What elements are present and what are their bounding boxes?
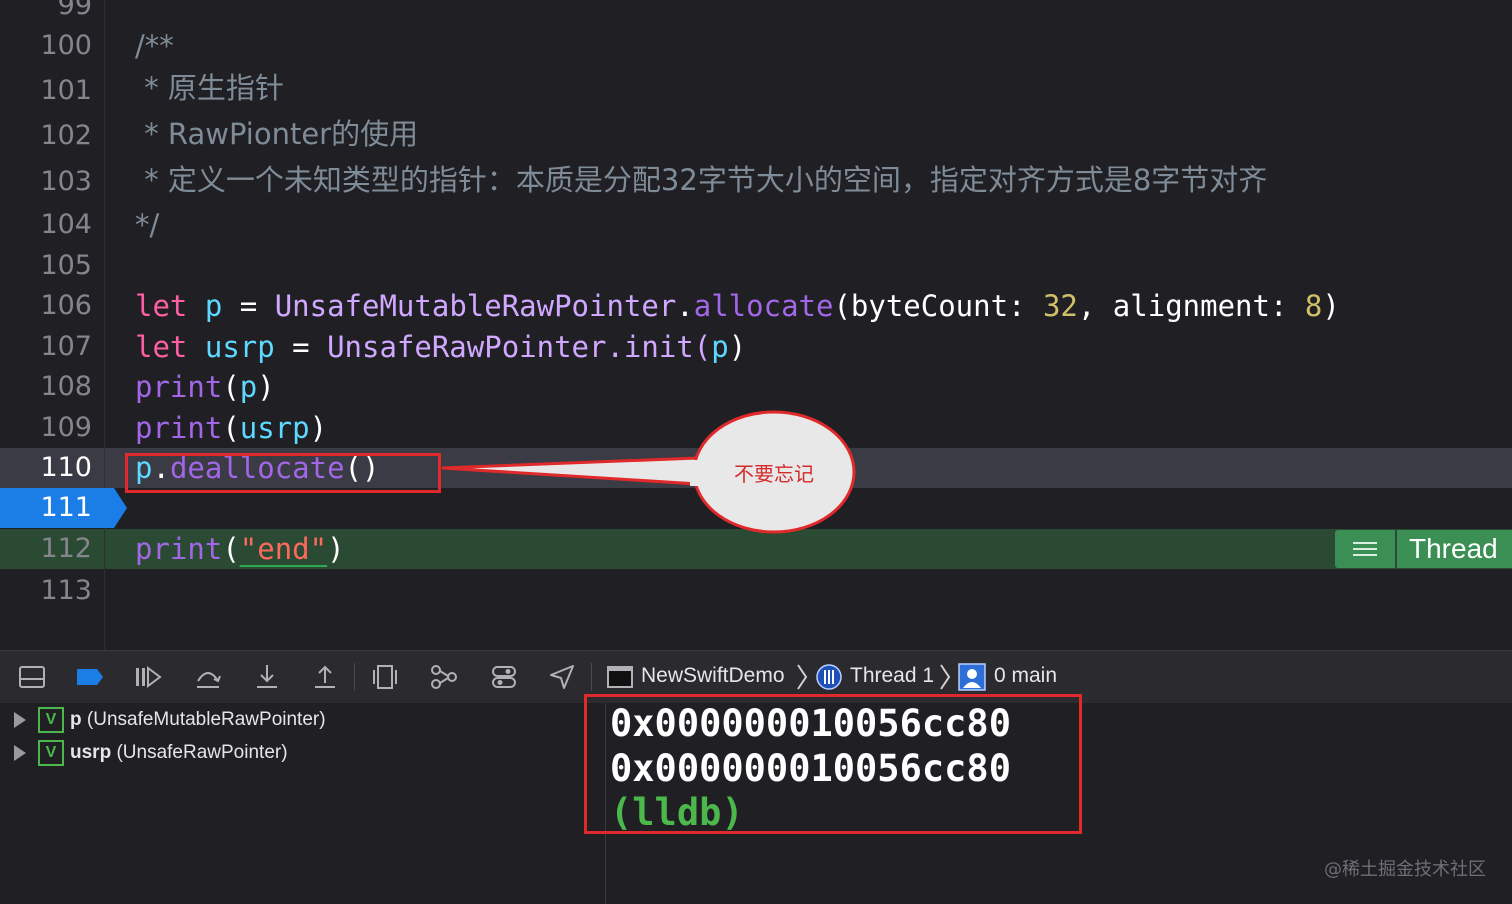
line-number: 104 [40, 209, 92, 240]
number: 32 [1042, 289, 1078, 323]
code-comment: * RawPionter的使用 [135, 117, 419, 151]
toolbar-separator [354, 663, 355, 691]
line-number: 110 [40, 452, 92, 483]
paren: ( [222, 532, 240, 566]
code-line-108: print(p) [135, 367, 275, 407]
variable-badge-icon: V [38, 706, 64, 733]
operator: = [274, 330, 328, 364]
variable: p [711, 330, 729, 364]
callout-text: 不要忘记 [734, 462, 814, 486]
thread-icon [816, 664, 842, 690]
code-line-109: print(usrp) [135, 408, 327, 448]
line-number-current: 111 [40, 492, 92, 523]
variable-row-p[interactable]: Vp (UnsafeMutableRawPointer) [14, 705, 326, 735]
line-number: 105 [40, 250, 92, 281]
number: 8 [1304, 289, 1323, 323]
line-number: 103 [40, 166, 92, 197]
step-into-icon[interactable] [253, 663, 281, 691]
line-number: 107 [40, 331, 92, 362]
line-number: 113 [40, 575, 92, 606]
variable-badge-icon: V [38, 739, 64, 766]
paren: ( [222, 411, 240, 445]
line-number: 99 [57, 0, 92, 21]
variable: p [204, 289, 223, 323]
source-editor[interactable]: 99 100 101 102 103 104 105 106 107 108 1… [0, 0, 1512, 650]
paren: ( [222, 370, 240, 404]
simulate-location-icon[interactable] [548, 663, 576, 691]
breakpoints-toggle-icon[interactable] [76, 663, 104, 691]
code-comment: /** [135, 29, 174, 63]
chevron-right-icon [797, 664, 808, 690]
paren: ) [1322, 289, 1340, 323]
chevron-right-icon [940, 664, 951, 690]
function-name: print [135, 532, 223, 566]
keyword: let [135, 289, 188, 323]
toolbar-separator [591, 663, 592, 691]
string-literal: "end" [239, 532, 328, 566]
disclosure-triangle-icon[interactable] [14, 744, 26, 761]
keyword: let [135, 330, 188, 364]
thread-badge-label: Thread [1397, 530, 1512, 568]
line-number: 100 [40, 30, 92, 61]
variable-name: p [70, 709, 82, 730]
variable-type: (UnsafeRawPointer) [116, 742, 288, 763]
variable: p [239, 370, 258, 404]
arguments: (byteCount: [833, 289, 1043, 323]
init-call: .init( [606, 330, 712, 364]
variable: usrp [204, 330, 275, 364]
thread-badge[interactable]: Thread [1335, 530, 1512, 568]
variable-row-usrp[interactable]: Vusrp (UnsafeRawPointer) [14, 738, 288, 768]
code-comment: * 定义一个未知类型的指针：本质是分配32字节大小的空间，指定对齐方式是8字节对… [135, 163, 1268, 197]
line-number: 102 [40, 120, 92, 151]
paren: ) [257, 370, 275, 404]
code-comment: * 原生指针 [135, 71, 284, 105]
paren: ) [327, 532, 345, 566]
type-name: UnsafeRawPointer [327, 330, 607, 364]
code-line-106: let p = UnsafeMutableRawPointer.allocate… [135, 286, 1340, 326]
gutter-divider [104, 0, 105, 650]
variable-name: usrp [70, 742, 112, 763]
memory-graph-icon[interactable] [430, 663, 458, 691]
variable: usrp [239, 411, 310, 445]
variables-view[interactable]: Vp (UnsafeMutableRawPointer) Vusrp (Unsa… [0, 703, 606, 904]
app-icon [607, 666, 633, 688]
line-number: 108 [40, 371, 92, 402]
type-name: UnsafeMutableRawPointer [274, 289, 677, 323]
code-line-112: print("end") [135, 529, 345, 569]
continue-icon[interactable] [134, 663, 162, 691]
view-hierarchy-icon[interactable] [371, 663, 399, 691]
arguments: , alignment: [1077, 289, 1305, 323]
step-over-icon[interactable] [194, 663, 222, 691]
paren: ) [728, 330, 747, 364]
annotation-box-console [584, 694, 1082, 834]
line-number: 112 [40, 533, 92, 564]
code-line-107: let usrp = UnsafeRawPointer.init(p) [135, 327, 746, 367]
annotation-box-deallocate [125, 453, 441, 493]
paren: ) [309, 411, 328, 445]
variable-type: (UnsafeMutableRawPointer) [86, 709, 326, 730]
breadcrumb-frame[interactable]: 0 main [994, 661, 1057, 691]
environment-overrides-icon[interactable] [490, 663, 518, 691]
breadcrumb-project[interactable]: NewSwiftDemo [641, 661, 785, 691]
line-number: 101 [40, 75, 92, 106]
function-name: print [135, 370, 223, 404]
watermark: @稀土掘金技术社区 [1324, 859, 1486, 880]
line-number: 106 [40, 290, 92, 321]
function-name: allocate [693, 289, 834, 323]
disclosure-triangle-icon[interactable] [14, 711, 26, 728]
breadcrumb-thread[interactable]: Thread 1 [850, 661, 934, 691]
step-out-icon[interactable] [311, 663, 339, 691]
dot: . [676, 289, 694, 323]
stack-frame-user-icon [958, 663, 986, 691]
menu-icon[interactable] [1335, 530, 1395, 568]
function-name: print [135, 411, 223, 445]
line-number: 109 [40, 412, 92, 443]
hide-debug-area-icon[interactable] [18, 663, 46, 691]
code-comment: */ [135, 208, 160, 242]
operator: = [222, 289, 275, 323]
